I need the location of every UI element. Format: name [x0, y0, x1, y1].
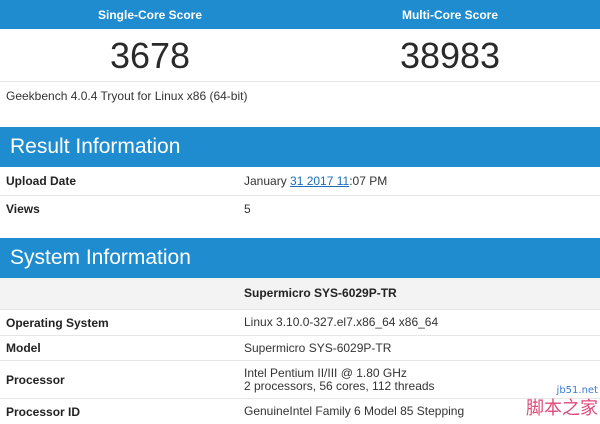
- upload-date-prefix: January: [244, 173, 291, 188]
- model-label: Model: [6, 341, 41, 355]
- result-information-header: Result Information: [0, 127, 600, 167]
- processor-id-label: Processor ID: [6, 404, 81, 419]
- model-row: Model Supermicro SYS-6029P-TR: [0, 336, 600, 361]
- upload-date-link[interactable]: 31 2017 11: [290, 174, 349, 188]
- multi-core-score: 38983: [399, 35, 501, 76]
- single-core-score: 3678: [109, 35, 191, 76]
- processor-row: Processor Intel Pentium II/III @ 1.80 GH…: [0, 361, 600, 399]
- upload-date-value: January 31 2017 11:07 PM: [237, 173, 600, 188]
- os-value: Linux 3.10.0-327.el7.x86_64 x86_64: [244, 315, 439, 329]
- multi-core-label: Multi-Core Score: [401, 7, 498, 22]
- os-row: Operating System Linux 3.10.0-327.el7.x8…: [0, 310, 600, 336]
- model-value: Supermicro SYS-6029P-TR: [244, 340, 392, 355]
- upload-date-suffix: :07 PM: [349, 173, 388, 188]
- upload-date-row: Upload Date January 31 2017 11:07 PM: [0, 167, 600, 196]
- version-text: Geekbench 4.0.4 Tryout for Linux x86 (64…: [6, 89, 248, 103]
- upload-date-label: Upload Date: [6, 174, 77, 188]
- score-values: 3678 38983: [0, 29, 600, 82]
- processor-label: Processor: [6, 372, 65, 387]
- processor-id-row: Processor ID GenuineIntel Family 6 Model…: [0, 399, 600, 424]
- views-label: Views: [6, 202, 40, 216]
- watermark: jb51.net 脚本之家: [516, 354, 600, 424]
- os-label: Operating System: [6, 315, 109, 330]
- watermark-logo: 脚本之家: [526, 398, 598, 419]
- single-core-label: Single-Core Score: [97, 7, 203, 22]
- system-name: Supermicro SYS-6029P-TR: [244, 286, 397, 300]
- views-row: Views 5: [0, 196, 600, 222]
- system-information-header: System Information: [0, 238, 600, 278]
- views-value: 5: [244, 201, 251, 216]
- system-name-row: Supermicro SYS-6029P-TR: [0, 278, 600, 310]
- score-header: Single-Core Score Multi-Core Score: [0, 0, 600, 29]
